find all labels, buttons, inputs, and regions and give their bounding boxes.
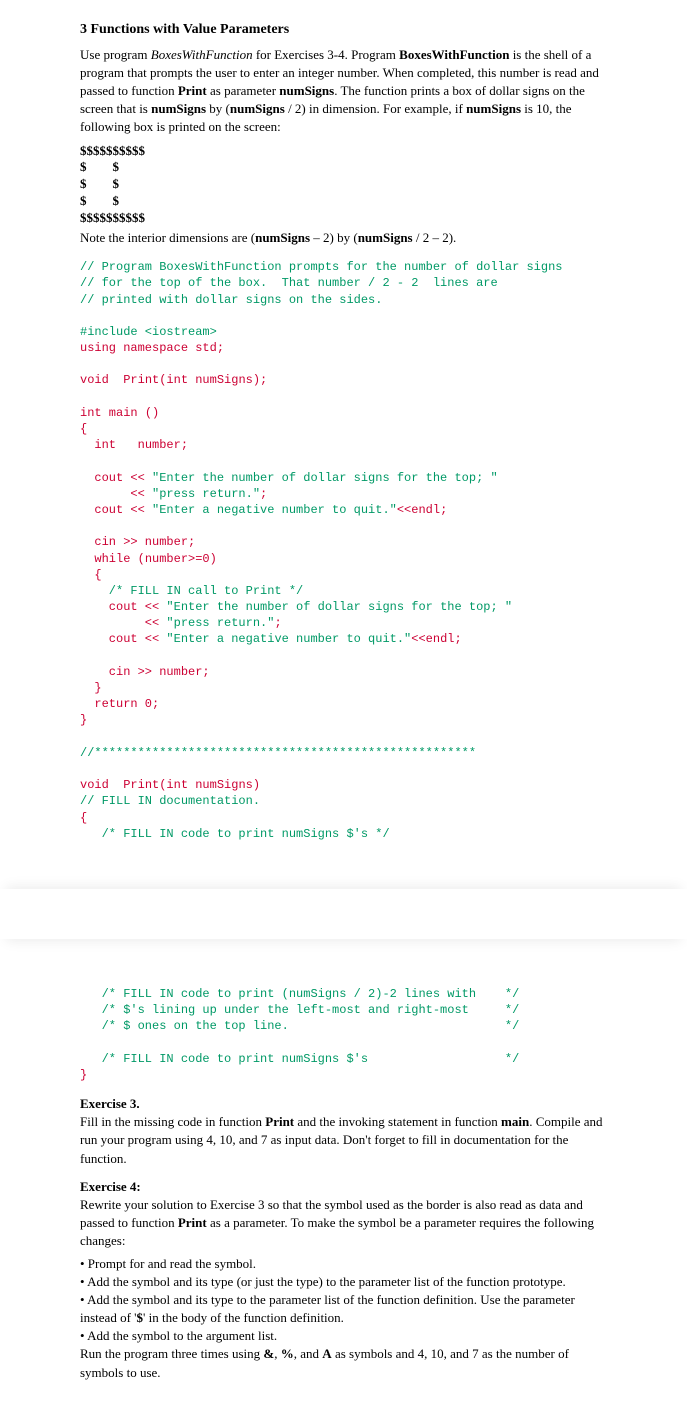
dollar-box-example: $$$$$$$$$$ $ $ $ $ $ $ $$$$$$$$$$: [80, 143, 607, 227]
bullet-3: • Add the symbol and its type to the par…: [80, 1291, 607, 1327]
exercise-3-title: Exercise 3.: [80, 1095, 607, 1113]
exercise-4-bullets: • Prompt for and read the symbol. • Add …: [80, 1255, 607, 1346]
note-paragraph: Note the interior dimensions are (numSig…: [80, 229, 607, 247]
section-heading: 3 Functions with Value Parameters: [80, 20, 607, 40]
page-break: [0, 854, 687, 974]
exercise-4-title: Exercise 4:: [80, 1178, 607, 1196]
code-listing-bottom: /* FILL IN code to print (numSigns / 2)-…: [80, 986, 607, 1083]
bullet-2: • Add the symbol and its type (or just t…: [80, 1273, 607, 1291]
bullet-1: • Prompt for and read the symbol.: [80, 1255, 607, 1273]
exercise-4-intro: Rewrite your solution to Exercise 3 so t…: [80, 1196, 607, 1251]
exercise-4-run: Run the program three times using &, %, …: [80, 1345, 607, 1381]
intro-paragraph: Use program BoxesWithFunction for Exerci…: [80, 46, 607, 137]
code-listing-top: // Program BoxesWithFunction prompts for…: [80, 259, 607, 842]
bullet-4: • Add the symbol to the argument list.: [80, 1327, 607, 1345]
exercise-3-body: Fill in the missing code in function Pri…: [80, 1113, 607, 1168]
